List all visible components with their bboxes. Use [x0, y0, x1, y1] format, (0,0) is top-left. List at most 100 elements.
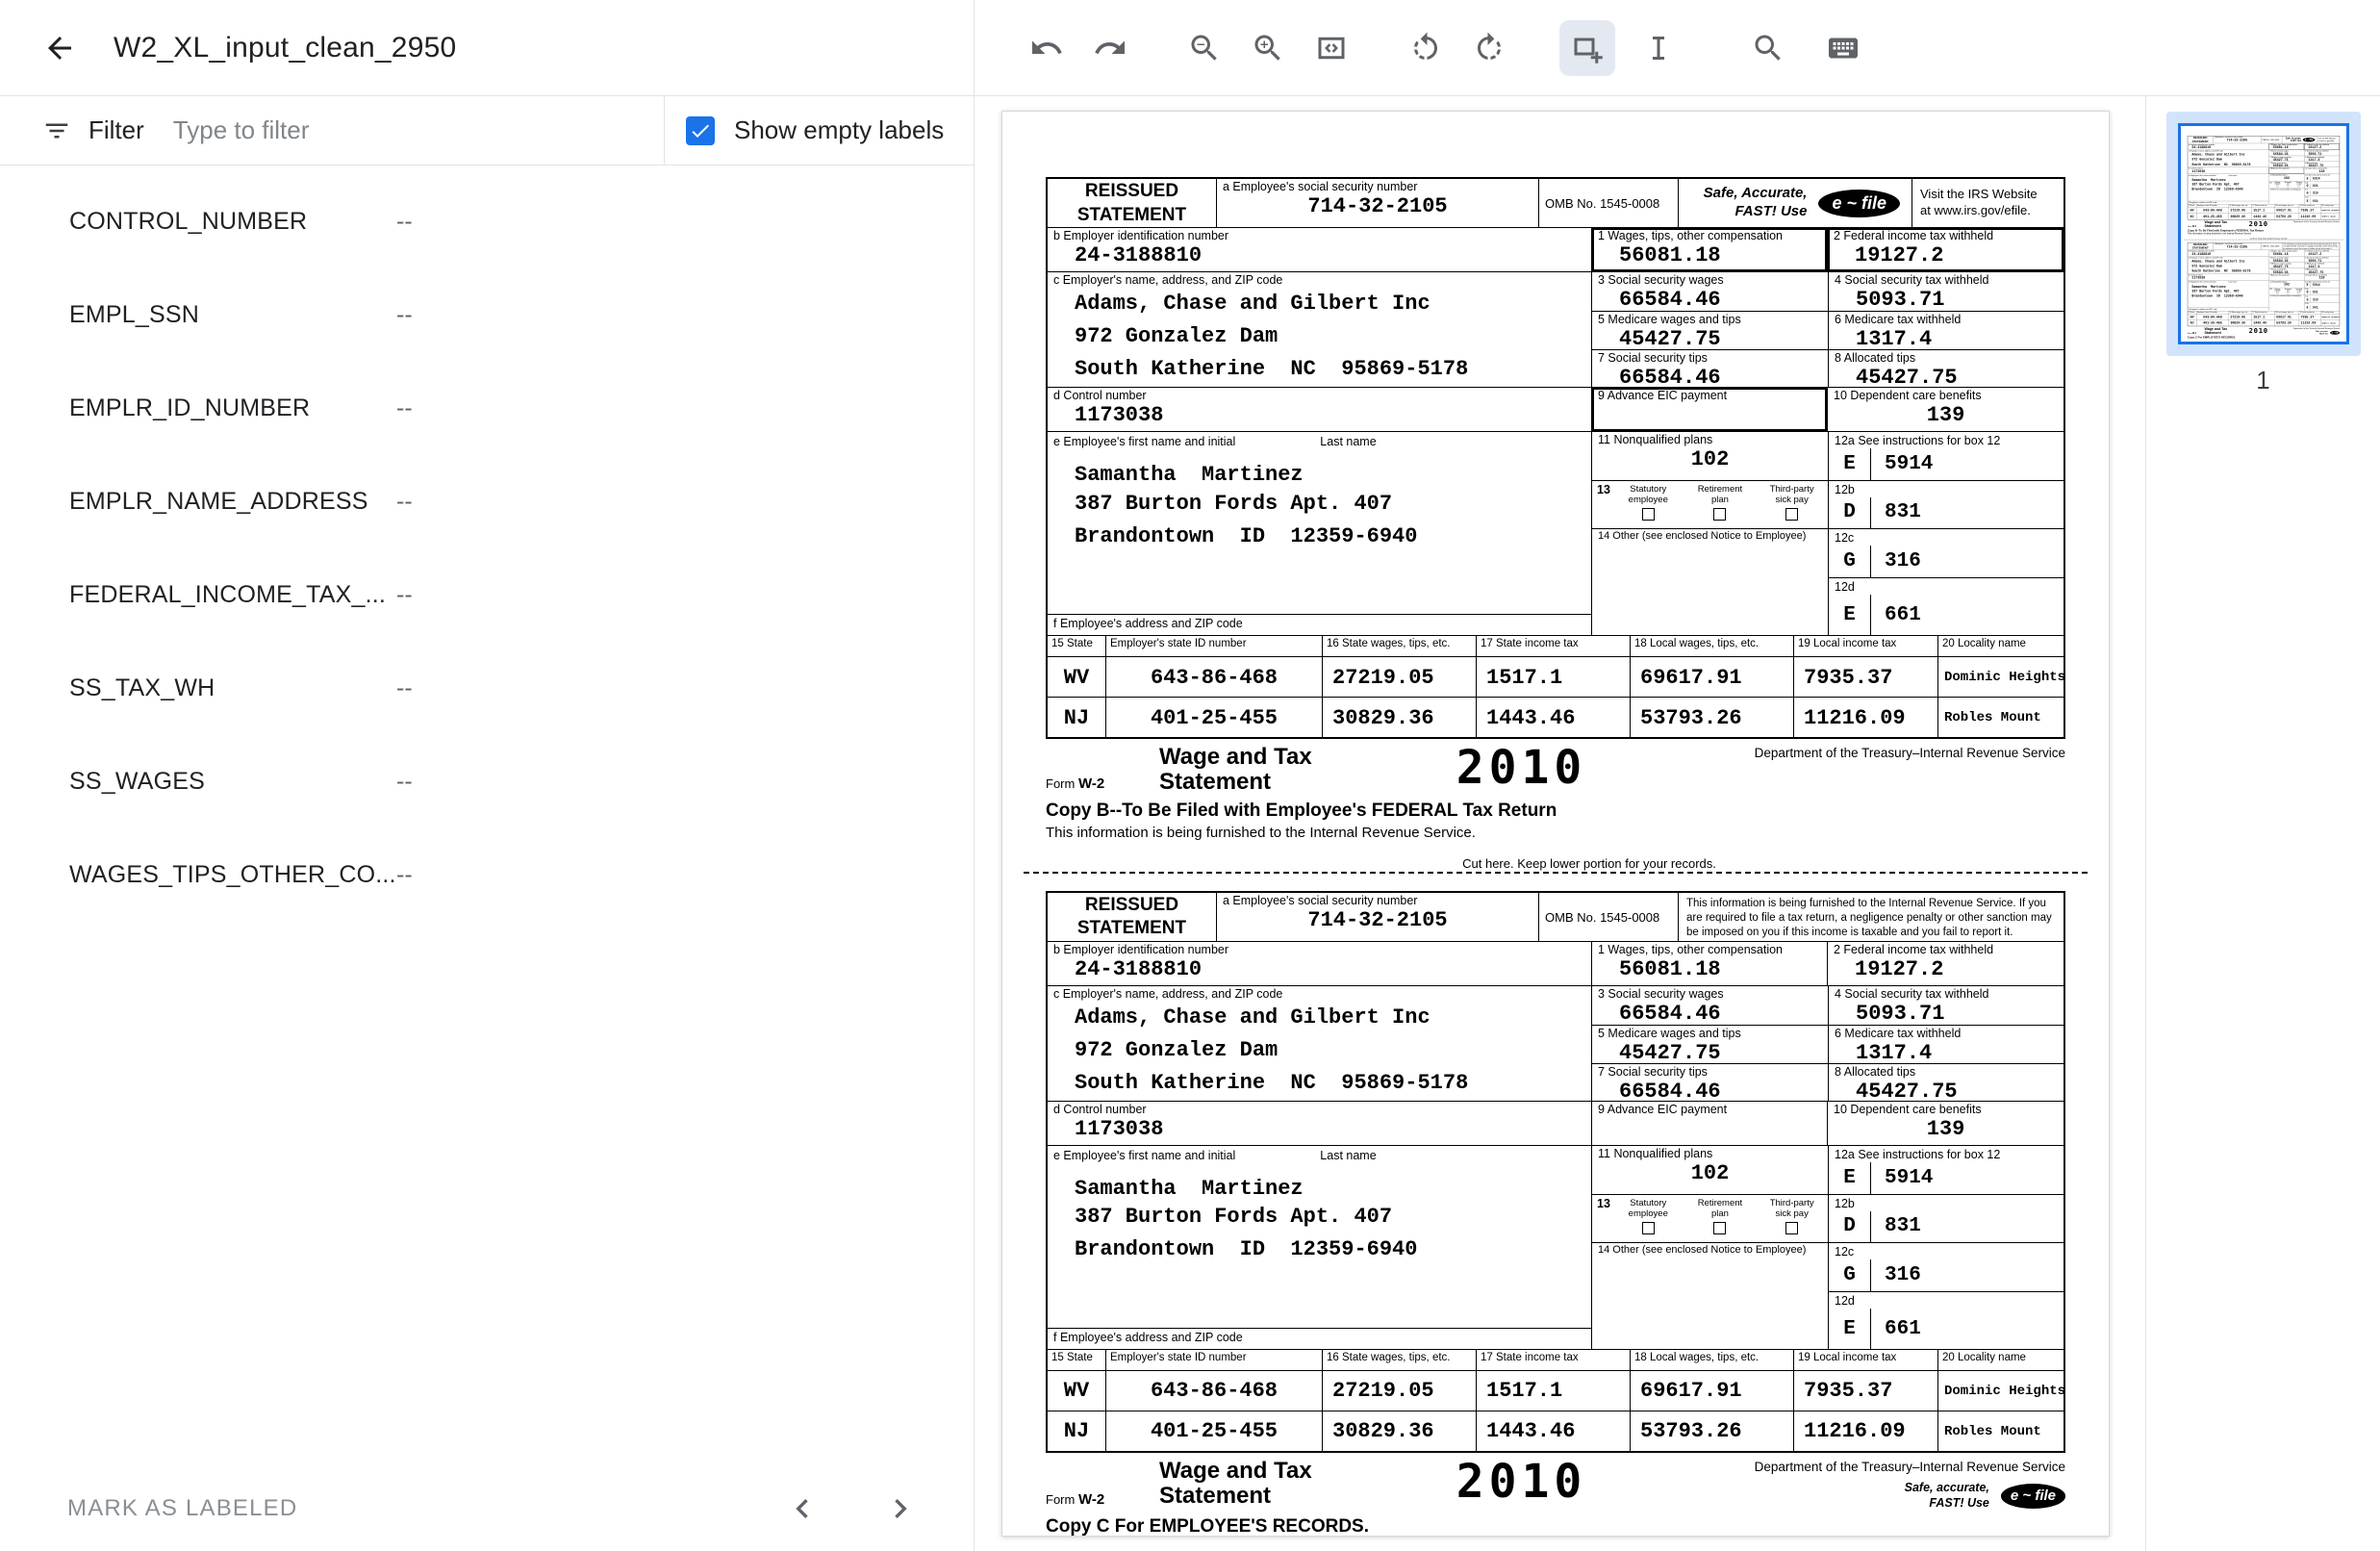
- zoom-out-icon: [1187, 31, 1222, 65]
- w2-box-12c: 12c G 316: [1829, 1243, 2064, 1291]
- zoom-in-button[interactable]: [1240, 20, 1296, 76]
- label-row-federal-income-tax[interactable]: FEDERAL_INCOME_TAX_... --: [0, 568, 974, 661]
- label-list: CONTROL_NUMBER -- EMPL_SSN -- EMPLR_ID_N…: [0, 165, 974, 1466]
- third-party-sick-pay-checkbox: [1785, 508, 1798, 521]
- w2-efile-slogan: Safe, Accurate, FAST! Use: [1679, 185, 1818, 221]
- w2-box-2-value: 19127.2: [1834, 243, 2058, 268]
- w2-box-f: f Employee's address and ZIP code: [1048, 614, 1591, 635]
- w2-box-2: 2 Federal income tax withheld 19127.2: [1827, 228, 2064, 271]
- w2-tax-year: 2010: [1456, 745, 1587, 791]
- w2-box-a: a Employee's social security number 714-…: [1216, 179, 1538, 227]
- w2-furnishing-notice: This information is being furnished to t…: [1679, 893, 2064, 941]
- rotate-left-button[interactable]: [1398, 20, 1454, 76]
- w2-statutory-employee: Statutory employee: [1612, 1195, 1684, 1242]
- w2-treasury-note: Department of the Treasury–Internal Reve…: [1586, 745, 2065, 762]
- labels-sidebar: Filter Show empty labels CONTROL_NUMBER …: [0, 96, 975, 1551]
- w2-box-1: 1 Wages, tips, other compensation 56081.…: [1591, 228, 1827, 271]
- show-empty-labels-checkbox[interactable]: [686, 116, 715, 145]
- w2-treasury-note: Department of the Treasury–Internal Reve…: [1586, 1459, 2065, 1476]
- label-row-ss-tax-wh[interactable]: SS_TAX_WH --: [0, 661, 974, 754]
- w2-box-10: 10 Dependent care benefits 139: [1827, 388, 2064, 431]
- w2-copy-b-slot: REISSUED STATEMENT a Employee's social s…: [1046, 177, 2065, 841]
- filter-bar: Filter Show empty labels: [0, 96, 974, 165]
- w2-box-9: 9 Advance EIC payment: [1591, 1102, 1827, 1145]
- w2-box-12b: 12b D 831: [1828, 1195, 2064, 1242]
- w2-retirement-plan: Retirement plan: [1684, 1195, 1757, 1242]
- w2-box-b-value: 24-3188810: [1053, 243, 1585, 268]
- w2-box-c: c Employer's name, address, and ZIP code…: [1048, 272, 1591, 387]
- label-row-empl-ssn[interactable]: EMPL_SSN --: [0, 288, 974, 381]
- cut-here-note: Cut here. Keep lower portion for your re…: [1024, 856, 2088, 871]
- w2-box-12c: 12c G 316: [1829, 529, 2064, 577]
- keyboard-shortcuts-button[interactable]: [1815, 20, 1871, 76]
- w2-header-right: Safe, Accurate, FAST! Use e ~ file Visit…: [1678, 893, 2064, 941]
- rotate-right-button[interactable]: [1461, 20, 1517, 76]
- w2-box-d: d Control number 1173038: [1048, 388, 1591, 431]
- show-empty-labels-label: Show empty labels: [734, 115, 944, 145]
- w2-box-a: a Employee's social security number 714-…: [1216, 893, 1538, 941]
- w2-form-copy: REISSUED STATEMENT a Employee's social s…: [1046, 891, 2065, 1537]
- zoom-out-button[interactable]: [1177, 20, 1232, 76]
- w2-form-title: Wage and Tax Statement: [1159, 745, 1312, 796]
- label-row-emplr-id-number[interactable]: EMPLR_ID_NUMBER --: [0, 381, 974, 474]
- back-button[interactable]: [35, 23, 85, 73]
- w2-copy-c-slot: REISSUED STATEMENT a Employee's social s…: [1046, 891, 2065, 1537]
- w2-box-2: 2 Federal income tax withheld 19127.2: [1827, 942, 2064, 985]
- filter-icon: [42, 116, 71, 145]
- bounding-box-tool-button[interactable]: [1559, 20, 1615, 76]
- w2-box-5: 5 Medicare wages and tips 45427.75: [1592, 1026, 1828, 1063]
- filter-input[interactable]: [171, 114, 664, 146]
- w2-box-12d: 12d E 661: [1829, 577, 2064, 636]
- efile-logo: e ~ file: [2001, 1484, 2065, 1509]
- w2-employee-name: Samantha Martinez: [1053, 1177, 1585, 1202]
- w2-box-c: c Employer's name, address, and ZIP code…: [1048, 986, 1591, 1101]
- w2-box-d: d Control number 1173038: [1048, 1102, 1591, 1145]
- label-row-emplr-name-address[interactable]: EMPLR_NAME_ADDRESS --: [0, 474, 974, 568]
- w2-box-13: 13 Statutory employee Retirement plan: [1592, 1195, 1828, 1242]
- w2-box-e: e Employee's first name and initial Last…: [1048, 432, 1591, 614]
- w2-box-1-value: 56081.18: [1598, 243, 1821, 268]
- label-row-ss-wages[interactable]: SS_WAGES --: [0, 754, 974, 848]
- page-thumbnail[interactable]: REISSUED STATEMENT a Employee's social s…: [2166, 112, 2361, 356]
- document-page[interactable]: REISSUED STATEMENT a Employee's social s…: [1001, 111, 2110, 1537]
- undo-icon: [1029, 31, 1064, 65]
- text-select-tool-button[interactable]: [1631, 20, 1686, 76]
- w2-form-number: Form W-2: [1046, 776, 1159, 796]
- chevron-right-icon: [881, 1489, 920, 1528]
- page-thumbnail-view: REISSUED STATEMENT a Employee's social s…: [2181, 126, 2346, 342]
- arrow-back-icon: [42, 31, 77, 65]
- previous-document-button[interactable]: [783, 1489, 822, 1528]
- w2-box-d-value: 1173038: [1053, 1117, 1585, 1142]
- next-document-button[interactable]: [881, 1489, 920, 1528]
- w2-tax-year: 2010: [1456, 1459, 1587, 1505]
- w2-third-party-sick-pay: Third-party sick pay: [1756, 1195, 1828, 1242]
- label-row-wages-tips-other[interactable]: WAGES_TIPS_OTHER_CO... --: [0, 848, 974, 941]
- w2-reissued-statement: REISSUED STATEMENT: [1048, 893, 1216, 941]
- w2-form-copy: REISSUED STATEMENT a Employee's social s…: [1046, 177, 2065, 841]
- show-empty-labels-control: Show empty labels: [664, 96, 974, 165]
- w2-box-13: 13 Statutory employee Retirement plan: [1592, 481, 1828, 528]
- w2-box-e: e Employee's first name and initial Last…: [1048, 1146, 1591, 1328]
- w2-box-9: 9 Advance EIC payment: [1591, 388, 1827, 431]
- w2-third-party-sick-pay: Third-party sick pay: [1756, 481, 1828, 528]
- redo-button[interactable]: [1082, 20, 1138, 76]
- document-pager: [783, 1489, 920, 1528]
- w2-form-grid: REISSUED STATEMENT a Employee's social s…: [1046, 891, 2065, 1453]
- w2-reissued-statement: REISSUED STATEMENT: [1048, 179, 1216, 227]
- label-row-control-number[interactable]: CONTROL_NUMBER --: [0, 194, 974, 288]
- w2-box-14: 14 Other (see enclosed Notice to Employe…: [1592, 529, 1828, 636]
- w2-form-number: Form W-2: [1046, 1491, 1159, 1512]
- redo-icon: [1093, 31, 1127, 65]
- undo-button[interactable]: [1019, 20, 1075, 76]
- page-thumbnail-frame: REISSUED STATEMENT a Employee's social s…: [2178, 123, 2349, 344]
- w2-box-3: 3 Social security wages 66584.46: [1592, 986, 1828, 1025]
- fit-to-page-button[interactable]: [1304, 20, 1359, 76]
- w2-box-4: 4 Social security tax withheld 5093.71: [1828, 986, 2064, 1025]
- w2-retirement-plan: Retirement plan: [1684, 481, 1757, 528]
- search-button[interactable]: [1740, 20, 1796, 76]
- w2-box-1-value: 56081.18: [1598, 957, 1821, 982]
- w2-copy-designation: Copy C For EMPLOYEE'S RECORDS. (See encl…: [1046, 1516, 2065, 1537]
- mark-as-labeled-button[interactable]: MARK AS LABELED: [67, 1495, 297, 1522]
- w2-footer-efile: Safe, accurate, FAST! Use e ~ file: [1586, 1481, 2065, 1511]
- w2-omb-number: OMB No. 1545-0008: [1538, 179, 1678, 227]
